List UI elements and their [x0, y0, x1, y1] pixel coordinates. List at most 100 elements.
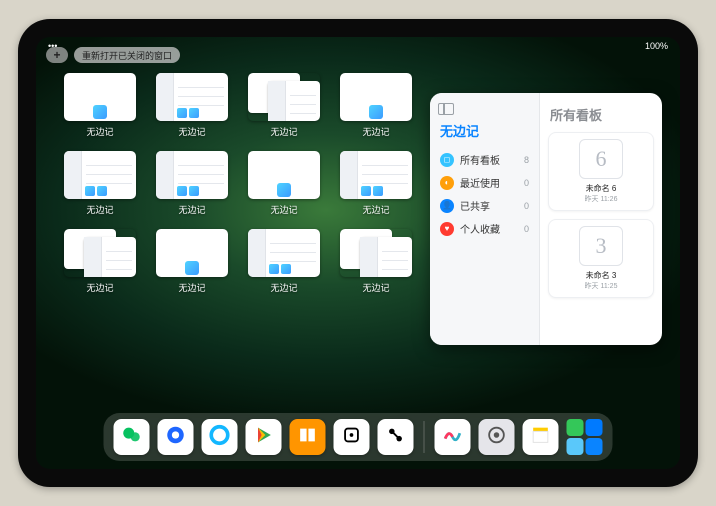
dock-app-books[interactable] [290, 419, 326, 455]
category-icon: ♥ [440, 222, 454, 236]
sidebar-item[interactable]: ♥ 个人收藏 0 [438, 217, 531, 240]
window-label: 无边记 [270, 125, 297, 138]
play-icon [253, 424, 275, 451]
window-thumbnail [248, 229, 320, 277]
window-grid: 无边记无边记无边记无边记无边记无边记无边记无边记无边记无边记无边记无边记 [62, 73, 414, 297]
window-thumbnail [248, 73, 320, 121]
sidebar-item-count: 0 [524, 178, 529, 188]
dock-app-freeform[interactable] [435, 419, 471, 455]
dock [104, 413, 613, 461]
app-window[interactable]: 无边记 [154, 73, 230, 141]
browser-hd-icon [165, 424, 187, 451]
top-bar: + 重新打开已关闭的窗口 [46, 47, 180, 63]
window-thumbnail [156, 73, 228, 121]
wechat-icon [121, 424, 143, 451]
dock-app-dice[interactable] [334, 419, 370, 455]
category-icon: ◻ [440, 153, 454, 167]
board-card[interactable]: 6 未命名 6昨天 11:26 [548, 132, 654, 211]
dock-app-qq-browser[interactable] [202, 419, 238, 455]
window-thumbnail [248, 151, 320, 199]
sidebar-item[interactable]: ◐ 最近使用 0 [438, 171, 531, 194]
sidebar-item-label: 已共享 [460, 198, 490, 213]
sidebar-item-count: 0 [524, 201, 529, 211]
app-window[interactable]: 无边记 [154, 229, 230, 297]
window-label: 无边记 [86, 125, 113, 138]
sidebar: 无边记 ◻ 所有看板 8 ◐ 最近使用 0 👤 已共享 0 ♥ 个人收藏 0 [430, 93, 540, 345]
window-label: 无边记 [270, 281, 297, 294]
app-window[interactable]: 无边记 [62, 151, 138, 219]
window-label: 无边记 [178, 203, 205, 216]
recent-app-icon [586, 438, 603, 455]
window-label: 无边记 [270, 203, 297, 216]
app-window[interactable]: 无边记 [338, 73, 414, 141]
recent-app-icon [567, 438, 584, 455]
window-thumbnail [340, 229, 412, 277]
dock-app-browser-hd[interactable] [158, 419, 194, 455]
qq-browser-icon [209, 424, 231, 451]
freeform-icon [442, 424, 464, 451]
board-list-title: 所有看板 [550, 105, 654, 124]
board-timestamp: 昨天 11:25 [585, 281, 618, 291]
app-window[interactable]: 无边记 [246, 229, 322, 297]
board-thumbnail: 6 [579, 139, 623, 179]
window-label: 无边记 [86, 281, 113, 294]
board-list: 所有看板 6 未命名 6昨天 11:26 3 未命名 3昨天 11:25 [540, 93, 662, 345]
dock-app-notes[interactable] [523, 419, 559, 455]
window-label: 无边记 [86, 203, 113, 216]
sidebar-item-count: 0 [524, 224, 529, 234]
category-icon: ◐ [440, 176, 454, 190]
window-thumbnail [340, 73, 412, 121]
notes-icon [530, 424, 552, 451]
settings-icon [486, 424, 508, 451]
window-thumbnail [64, 73, 136, 121]
board-card[interactable]: 3 未命名 3昨天 11:25 [548, 219, 654, 298]
app-window[interactable]: 无边记 [246, 73, 322, 141]
window-label: 无边记 [178, 281, 205, 294]
category-icon: 👤 [440, 199, 454, 213]
sidebar-item-label: 最近使用 [460, 175, 500, 190]
dock-recent-apps[interactable] [567, 419, 603, 455]
recent-app-icon [586, 419, 603, 436]
new-window-button[interactable]: + [46, 47, 68, 63]
reopen-closed-window-button[interactable]: 重新打开已关闭的窗口 [74, 47, 180, 63]
app-window[interactable]: 无边记 [246, 151, 322, 219]
books-icon [297, 424, 319, 451]
app-window[interactable]: 无边记 [62, 229, 138, 297]
board-timestamp: 昨天 11:26 [585, 194, 618, 204]
large-window[interactable]: ••• 无边记 ◻所有看板8◐最近使用0👤已共享0♥个人收藏0 所有看板 6未命… [430, 93, 662, 345]
dock-app-connect[interactable] [378, 419, 414, 455]
connect-icon [385, 424, 407, 451]
board-name: 未命名 3 [586, 270, 617, 281]
window-thumbnail [64, 229, 136, 277]
app-window[interactable]: 无边记 [62, 73, 138, 141]
screen: ••• 100% + 重新打开已关闭的窗口 无边记无边记无边记无边记无边记无边记… [36, 37, 680, 469]
sidebar-title: 无边记 [440, 121, 531, 140]
window-thumbnail [64, 151, 136, 199]
ipad-frame: ••• 100% + 重新打开已关闭的窗口 无边记无边记无边记无边记无边记无边记… [18, 19, 698, 487]
dock-app-play[interactable] [246, 419, 282, 455]
window-label: 无边记 [362, 203, 389, 216]
dock-separator [424, 421, 425, 453]
app-window[interactable]: 无边记 [338, 151, 414, 219]
recent-app-icon [567, 419, 584, 436]
window-thumbnail [340, 151, 412, 199]
status-battery: 100% [645, 41, 668, 51]
window-thumbnail [156, 229, 228, 277]
board-thumbnail: 3 [579, 226, 623, 266]
window-thumbnail [156, 151, 228, 199]
sidebar-item[interactable]: 👤 已共享 0 [438, 194, 531, 217]
window-label: 无边记 [362, 281, 389, 294]
sidebar-item-label: 个人收藏 [460, 221, 500, 236]
window-label: 无边记 [178, 125, 205, 138]
sidebar-toggle-icon[interactable] [438, 103, 454, 115]
app-window[interactable]: 无边记 [338, 229, 414, 297]
dice-icon [341, 424, 363, 451]
dock-app-settings[interactable] [479, 419, 515, 455]
sidebar-item-count: 8 [524, 155, 529, 165]
sidebar-item-label: 所有看板 [460, 152, 500, 167]
dock-app-wechat[interactable] [114, 419, 150, 455]
sidebar-item[interactable]: ◻ 所有看板 8 [438, 148, 531, 171]
window-label: 无边记 [362, 125, 389, 138]
app-window[interactable]: 无边记 [154, 151, 230, 219]
board-name: 未命名 6 [586, 183, 617, 194]
